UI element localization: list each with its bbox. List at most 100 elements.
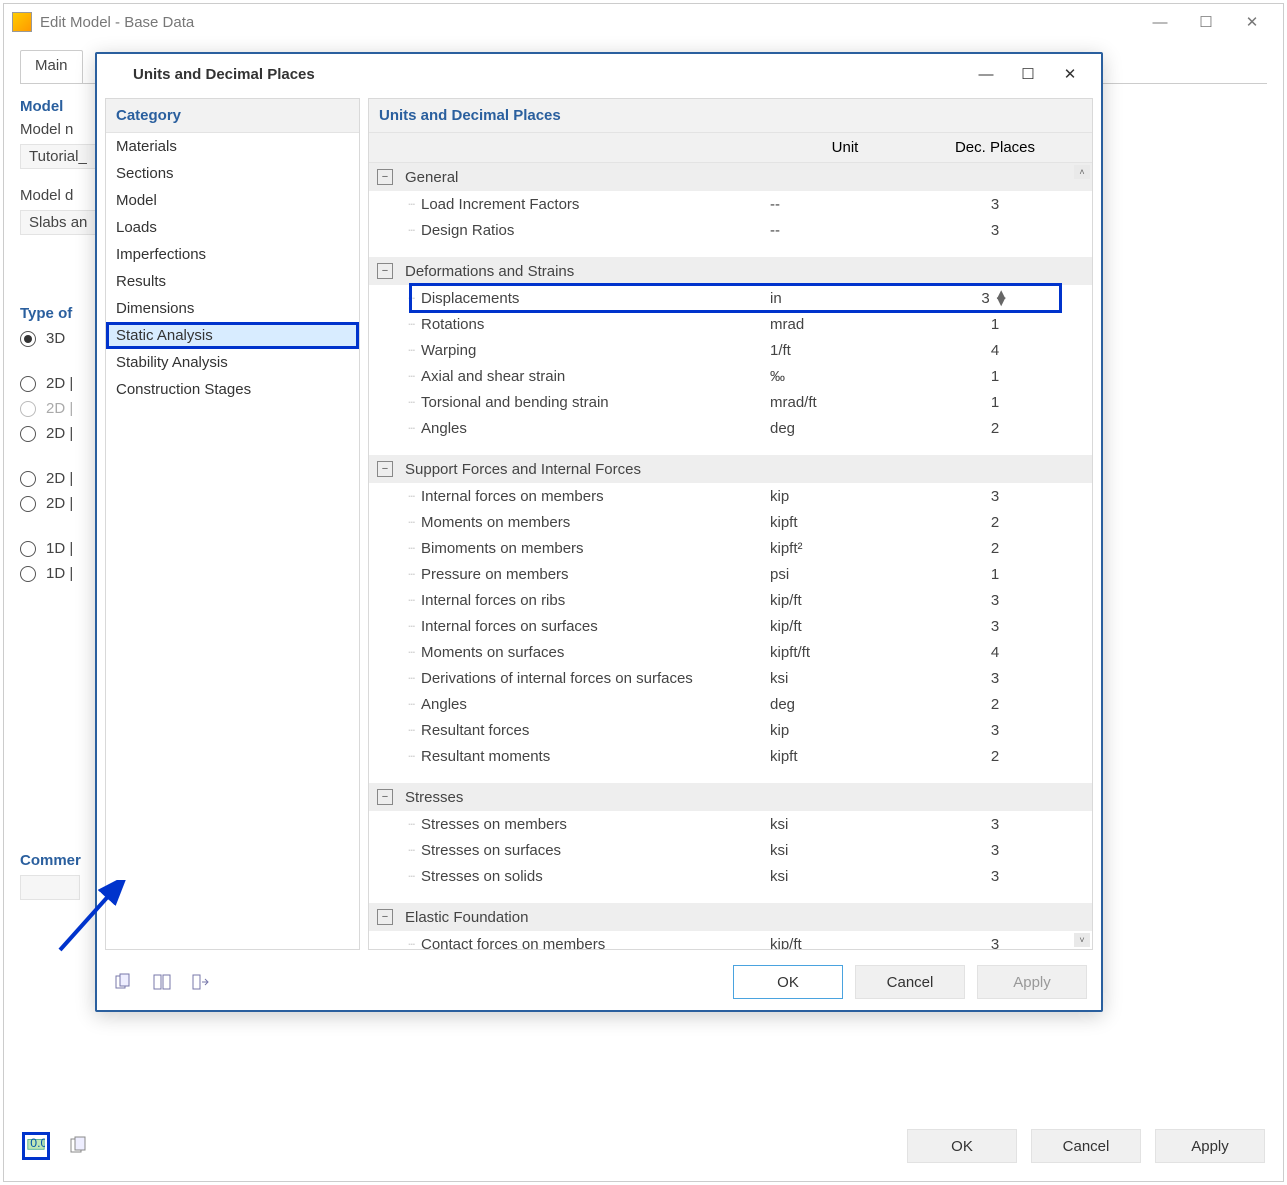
radio-2d-3[interactable] (20, 426, 36, 442)
row-dec[interactable]: 3 (920, 196, 1070, 213)
row-unit[interactable]: kip (770, 722, 920, 739)
category-item-stability-analysis[interactable]: Stability Analysis (106, 349, 359, 376)
row-unit[interactable]: kip/ft (770, 936, 920, 950)
row-unit[interactable]: mrad (770, 316, 920, 333)
outer-cancel-button[interactable]: Cancel (1031, 1129, 1141, 1163)
collapse-icon[interactable]: − (377, 263, 393, 279)
row-unit[interactable]: kip/ft (770, 618, 920, 635)
model-desc-input[interactable]: Slabs an (20, 210, 100, 235)
collapse-icon[interactable]: − (377, 909, 393, 925)
row-dec[interactable]: 3 (920, 670, 1070, 687)
dialog-maximize-button[interactable]: ☐ (1007, 59, 1049, 89)
category-item-static-analysis[interactable]: Static Analysis (106, 322, 359, 349)
row-unit[interactable]: kip (770, 488, 920, 505)
grid-body[interactable]: ˄ ˅ −General┄Load Increment Factors--3 ┄D… (369, 163, 1092, 949)
row-dec[interactable]: 1 (920, 368, 1070, 385)
data-row[interactable]: ┄Anglesdeg2 (369, 415, 1092, 441)
data-row[interactable]: ┄Bimoments on memberskipft²2 (369, 535, 1092, 561)
scroll-down-icon[interactable]: ˅ (1074, 933, 1090, 947)
dialog-minimize-button[interactable]: — (965, 59, 1007, 89)
row-dec[interactable]: 2 (920, 696, 1070, 713)
row-dec[interactable]: 1 (920, 316, 1070, 333)
tab-main[interactable]: Main (20, 50, 83, 83)
radio-2d-2[interactable] (20, 401, 36, 417)
data-row[interactable]: ┄Pressure on memberspsi1 (369, 561, 1092, 587)
row-dec[interactable]: 2 (920, 748, 1070, 765)
data-row[interactable]: ┄Contact forces on memberskip/ft3 (369, 931, 1092, 949)
row-dec[interactable]: 2 (920, 540, 1070, 557)
data-row[interactable]: ┄Anglesdeg2 (369, 691, 1092, 717)
group-row[interactable]: −Elastic Foundation (369, 903, 1092, 931)
dialog-cancel-button[interactable]: Cancel (855, 965, 965, 999)
row-dec[interactable]: 3 (920, 868, 1070, 885)
data-row[interactable]: ┄Rotationsmrad1 (369, 311, 1092, 337)
data-row[interactable]: ┄Derivations of internal forces on surfa… (369, 665, 1092, 691)
collapse-icon[interactable]: − (377, 789, 393, 805)
row-unit[interactable]: in (770, 290, 920, 307)
collapse-icon[interactable]: − (377, 461, 393, 477)
group-row[interactable]: −General (369, 163, 1092, 191)
row-dec[interactable]: 3 (920, 842, 1070, 859)
data-row[interactable]: ┄Moments on surfaceskipft/ft4 (369, 639, 1092, 665)
comment-input[interactable] (20, 875, 80, 900)
row-unit[interactable]: kipft (770, 748, 920, 765)
row-dec[interactable]: 3 (920, 816, 1070, 833)
data-row[interactable]: ┄Torsional and bending strainmrad/ft1 (369, 389, 1092, 415)
category-item-materials[interactable]: Materials (106, 133, 359, 160)
model-name-input[interactable]: Tutorial_ (20, 144, 100, 169)
data-row[interactable]: ┄Axial and shear strain‰1 (369, 363, 1092, 389)
group-row[interactable]: −Support Forces and Internal Forces (369, 455, 1092, 483)
row-dec[interactable]: 3 (920, 722, 1070, 739)
row-dec[interactable]: 3 (920, 618, 1070, 635)
outer-apply-button[interactable]: Apply (1155, 1129, 1265, 1163)
data-row[interactable]: ┄Resultant momentskipft2 (369, 743, 1092, 769)
row-dec[interactable]: 3 (920, 936, 1070, 950)
row-unit[interactable]: mrad/ft (770, 394, 920, 411)
row-unit[interactable]: deg (770, 696, 920, 713)
row-unit[interactable]: 1/ft (770, 342, 920, 359)
row-dec[interactable]: 2 (920, 420, 1070, 437)
row-unit[interactable]: ksi (770, 842, 920, 859)
data-row[interactable]: ┄Resultant forceskip3 (369, 717, 1092, 743)
scroll-up-icon[interactable]: ˄ (1074, 165, 1090, 179)
data-row[interactable]: ┄Load Increment Factors--3 (369, 191, 1092, 217)
data-row[interactable]: ┄Internal forces on memberskip3 (369, 483, 1092, 509)
category-item-construction-stages[interactable]: Construction Stages (106, 376, 359, 403)
row-unit[interactable]: kipft² (770, 540, 920, 557)
dec-spinner[interactable]: 3▲▼ (981, 290, 1008, 307)
row-unit[interactable]: kip/ft (770, 592, 920, 609)
dialog-ok-button[interactable]: OK (733, 965, 843, 999)
row-dec[interactable]: 4 (920, 342, 1070, 359)
group-row[interactable]: −Stresses (369, 783, 1092, 811)
minimize-button[interactable]: — (1137, 6, 1183, 38)
row-unit[interactable]: -- (770, 222, 920, 239)
row-dec[interactable]: 1 (920, 566, 1070, 583)
row-dec[interactable]: 3 (920, 222, 1070, 239)
radio-1d-2[interactable] (20, 566, 36, 582)
row-dec[interactable]: 3▲▼ (920, 290, 1070, 307)
data-row[interactable]: ┄Stresses on membersksi3 (369, 811, 1092, 837)
row-unit[interactable]: kipft (770, 514, 920, 531)
row-dec[interactable]: 3 (920, 592, 1070, 609)
row-unit[interactable]: ksi (770, 868, 920, 885)
radio-2d-1[interactable] (20, 376, 36, 392)
row-dec[interactable]: 4 (920, 644, 1070, 661)
copy-settings-icon[interactable] (111, 969, 137, 995)
category-item-model[interactable]: Model (106, 187, 359, 214)
row-unit[interactable]: ksi (770, 670, 920, 687)
row-dec[interactable]: 1 (920, 394, 1070, 411)
row-unit[interactable]: ksi (770, 816, 920, 833)
outer-ok-button[interactable]: OK (907, 1129, 1017, 1163)
dialog-apply-button[interactable]: Apply (977, 965, 1087, 999)
data-row[interactable]: ┄Moments on memberskipft2 (369, 509, 1092, 535)
row-unit[interactable]: deg (770, 420, 920, 437)
category-item-results[interactable]: Results (106, 268, 359, 295)
data-row[interactable]: ┄Stresses on surfacesksi3 (369, 837, 1092, 863)
data-row[interactable]: ┄Displacementsin3▲▼ (369, 285, 1092, 311)
category-item-dimensions[interactable]: Dimensions (106, 295, 359, 322)
radio-2d-4[interactable] (20, 471, 36, 487)
row-dec[interactable]: 2 (920, 514, 1070, 531)
dialog-close-button[interactable]: ✕ (1049, 59, 1091, 89)
row-unit[interactable]: -- (770, 196, 920, 213)
import-settings-icon[interactable] (149, 969, 175, 995)
